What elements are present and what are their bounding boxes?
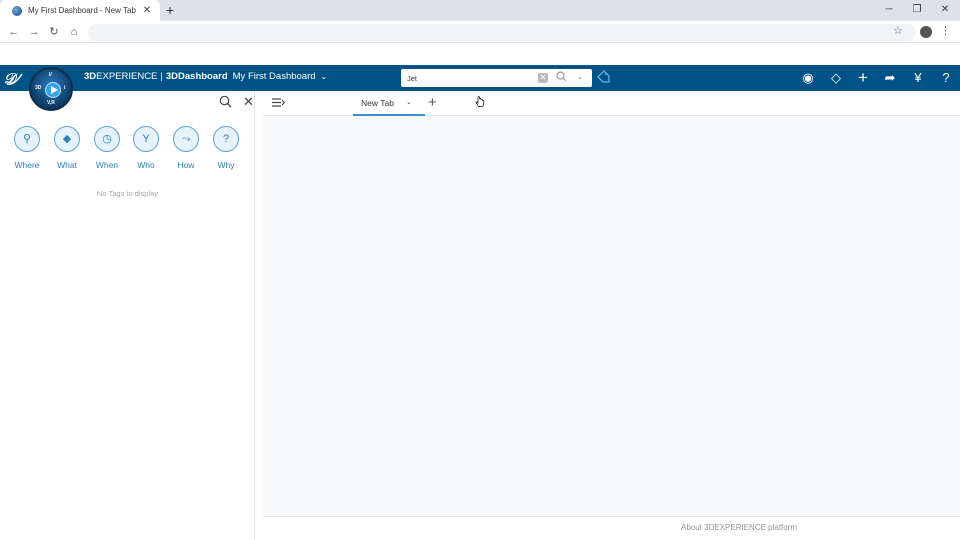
question-icon: ? xyxy=(213,126,239,152)
tab-new-tab[interactable]: New Tab ⌄ xyxy=(353,91,425,116)
chevron-down-icon[interactable]: ⌄ xyxy=(406,98,412,106)
compass-top-label: I/ xyxy=(49,72,52,78)
six-w-label: Where xyxy=(14,160,40,170)
six-w-who[interactable]: Y Who xyxy=(126,126,166,170)
six-w-label: Who xyxy=(137,160,155,170)
browser-tab-title: My First Dashboard - New Tab xyxy=(28,6,136,15)
tag-icon[interactable]: ◇ xyxy=(827,69,845,87)
browser-tabstrip: My First Dashboard - New Tab ✕ + ─ ❐ ✕ xyxy=(0,0,960,21)
search-box: ✕ ⌄ xyxy=(401,69,592,87)
brand-3d: 3D xyxy=(84,71,97,82)
hand-cursor-icon xyxy=(475,96,485,111)
compass-left-label: 3D xyxy=(35,85,42,91)
brand-experience: EXPERIENCE xyxy=(96,71,158,82)
tag-search-icon[interactable] xyxy=(597,70,610,86)
person-icon: Y xyxy=(133,126,159,152)
search-icon[interactable] xyxy=(556,71,567,85)
chevron-down-icon[interactable]: ⌄ xyxy=(577,72,584,81)
brand-app-name: 3DDashboard xyxy=(165,71,228,82)
search-icon[interactable] xyxy=(219,95,232,111)
new-tab-button[interactable]: + xyxy=(162,2,178,18)
bookmark-star-icon[interactable]: ☆ xyxy=(893,24,903,37)
bookmark-bar xyxy=(0,43,960,65)
play-icon[interactable] xyxy=(45,82,61,98)
six-w-label: When xyxy=(95,160,119,170)
six-w-label: How xyxy=(177,160,195,170)
clock-icon: ◷ xyxy=(94,126,120,152)
share-icon[interactable]: ➦ xyxy=(881,69,899,87)
help-icon[interactable]: ? xyxy=(937,69,955,87)
six-w-how[interactable]: ⤳ How xyxy=(166,126,206,170)
profile-icon[interactable] xyxy=(920,26,932,38)
chevron-down-icon[interactable]: ⌄ xyxy=(321,72,328,81)
reload-button[interactable]: ↻ xyxy=(46,24,62,40)
ds-logo-icon[interactable]: 𝒟 xyxy=(3,68,25,88)
six-w-label: Why xyxy=(217,160,235,170)
six-w-label: What xyxy=(57,160,77,170)
omnibox[interactable] xyxy=(88,24,916,41)
search-input[interactable] xyxy=(407,72,527,84)
six-w-why[interactable]: ? Why xyxy=(206,126,246,170)
tab-label: New Tab xyxy=(361,98,394,108)
tags-panel: ✕ ⚲ Where ◆ What ◷ When Y Who ⤳ How ? Wh… xyxy=(0,91,255,540)
app-top-bar: 𝒟 3D EXPERIENCE | 3DDashboard My First Da… xyxy=(0,65,960,91)
globe-icon xyxy=(12,5,22,16)
six-w-when[interactable]: ◷ When xyxy=(87,126,127,170)
brand-title[interactable]: 3D EXPERIENCE | 3DDashboard My First Dash… xyxy=(84,71,327,82)
browser-menu-icon[interactable]: ⋮ xyxy=(940,24,951,37)
about-platform-link[interactable]: About 3DEXPERIENCE platform xyxy=(681,523,797,532)
compass-bottom-label: V,R xyxy=(47,100,55,106)
brand-separator: | xyxy=(160,71,163,82)
workflow-icon: ⤳ xyxy=(173,126,199,152)
window-close-button[interactable]: ✕ xyxy=(930,0,960,20)
dashboard-footer: About 3DEXPERIENCE platform xyxy=(263,516,960,540)
six-w-where[interactable]: ⚲ Where xyxy=(7,126,47,170)
collapse-panel-icon[interactable] xyxy=(272,97,286,111)
dashboard-name: My First Dashboard xyxy=(232,71,316,82)
empty-tags-message: No Tags to display xyxy=(96,189,159,198)
forward-button[interactable]: → xyxy=(26,24,42,40)
close-icon[interactable]: ✕ xyxy=(243,94,254,110)
minimize-button[interactable]: ─ xyxy=(874,0,904,20)
clear-icon[interactable]: ✕ xyxy=(538,73,548,83)
add-tab-button[interactable]: + xyxy=(428,94,437,111)
browser-tab[interactable]: My First Dashboard - New Tab ✕ xyxy=(0,0,160,21)
six-w-what[interactable]: ◆ What xyxy=(47,126,87,170)
restore-button[interactable]: ❐ xyxy=(902,0,932,20)
close-icon[interactable]: ✕ xyxy=(140,5,154,16)
user-icon[interactable]: ◉ xyxy=(799,69,817,87)
location-pin-icon: ⚲ xyxy=(14,126,40,152)
dashboard-canvas: New Tab ⌄ + About 3DEXPERIENCE platform xyxy=(263,91,960,540)
compass-icon[interactable]: I/ 3D i V,R xyxy=(29,67,73,111)
cube-icon: ◆ xyxy=(54,126,80,152)
dashboard-tab-bar: New Tab ⌄ + xyxy=(263,91,960,116)
home-button[interactable]: ⌂ xyxy=(66,24,82,40)
address-bar: ← → ↻ ⌂ ☆ ⋮ xyxy=(0,21,960,43)
community-icon[interactable]: ¥ xyxy=(909,69,927,87)
back-button[interactable]: ← xyxy=(6,24,22,40)
compass-right-label: i xyxy=(64,85,66,91)
add-icon[interactable]: + xyxy=(854,69,872,87)
